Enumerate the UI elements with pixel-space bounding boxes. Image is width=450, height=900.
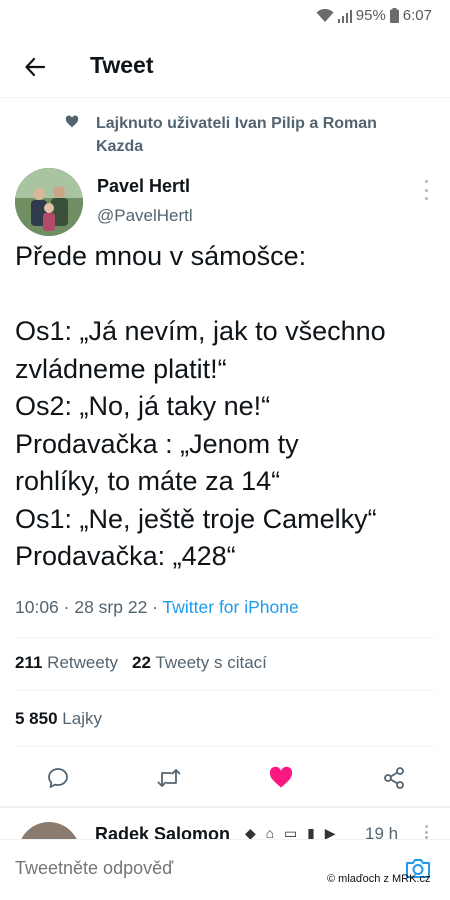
reply-button[interactable] xyxy=(44,764,72,792)
heart-icon xyxy=(65,115,79,128)
heart-filled-icon xyxy=(269,766,293,788)
reply-input[interactable] xyxy=(15,858,365,879)
likes-count: 5 850 xyxy=(15,709,58,728)
next-tweet[interactable]: Radek Salomon ◆ ⌂ ▭ ▮ ▶ 19 h xyxy=(0,815,450,839)
more-dot xyxy=(424,188,428,192)
quotes-count: 22 xyxy=(132,653,151,672)
tweet-line: Os1: „Ne, ještě troje Camelky“ xyxy=(15,503,377,534)
more-dot xyxy=(424,197,428,200)
tweet-line: rohlíky, to máte za 14“ xyxy=(15,466,281,496)
like-button[interactable] xyxy=(267,764,295,792)
retweets-label: Retweety xyxy=(47,653,119,672)
tweet-line: Os1: „Já nevím, jak to všechno xyxy=(15,316,386,346)
likes-label: Lajky xyxy=(62,709,102,728)
signal-icon xyxy=(337,9,352,23)
tweet-line: Přede mnou v sámošce: xyxy=(15,241,307,271)
battery-icon xyxy=(389,8,399,23)
quotes-link[interactable]: 22 Tweety s citací xyxy=(132,653,267,672)
more-dot xyxy=(424,180,428,183)
tweet-meta: 10:06 · 28 srp 22 · Twitter for iPhone xyxy=(15,597,299,618)
next-tweet-avatar[interactable] xyxy=(18,822,80,839)
more-options-button[interactable] xyxy=(418,180,434,200)
author-avatar[interactable] xyxy=(15,168,83,236)
share-button[interactable] xyxy=(380,764,408,792)
avatar-photo xyxy=(15,168,83,236)
share-icon xyxy=(384,767,404,789)
social-context[interactable]: Lajknuto uživateli Ivan Pilip a Roman Ka… xyxy=(65,112,428,158)
tweet-line: Prodavačka : „Jenom ty xyxy=(15,428,299,459)
arrow-left-icon xyxy=(25,57,46,77)
divider xyxy=(15,746,435,747)
reply-bar xyxy=(0,839,450,900)
retweets-link[interactable]: 211 Retweety xyxy=(15,653,118,672)
quotes-label: Tweety s citací xyxy=(155,653,267,672)
tweet-source-link[interactable]: Twitter for iPhone xyxy=(163,597,299,617)
retweet-icon xyxy=(157,769,181,787)
tweet-timestamp: 10:06 · 28 srp 22 · xyxy=(15,597,163,617)
retweet-stats: 211 Retweety 22 Tweety s citací xyxy=(15,653,267,673)
back-button[interactable] xyxy=(20,52,50,82)
tweet-line: Os2: „No, já taky ne!“ xyxy=(15,391,271,421)
likes-link[interactable]: 5 850 Lajky xyxy=(15,709,102,729)
tweet-text: Přede mnou v sámošce: Os1: „Já nevím, ja… xyxy=(15,238,440,576)
watermark: © mlaďoch z MRK.cz xyxy=(327,873,431,885)
status-indicators: 95% 6:07 xyxy=(316,7,432,24)
tweet-line: zvládneme platit!“ xyxy=(15,353,227,384)
more-dot xyxy=(424,830,428,834)
wifi-icon xyxy=(316,8,334,23)
emoji-decorations: ◆ ⌂ ▭ ▮ ▶ xyxy=(245,825,339,839)
next-tweet-time: 19 h xyxy=(365,824,399,839)
author-handle: @PavelHertl xyxy=(97,206,193,225)
more-dot xyxy=(424,825,428,828)
section-divider xyxy=(0,806,450,808)
retweet-button[interactable] xyxy=(155,764,183,792)
reply-icon xyxy=(48,768,68,788)
divider xyxy=(15,637,435,638)
clock: 6:07 xyxy=(402,7,432,24)
page-title: Tweet xyxy=(90,52,154,78)
status-bar: 95% 6:07 xyxy=(0,0,450,32)
next-tweet-more-button[interactable] xyxy=(418,825,434,839)
next-tweet-author-name[interactable]: Radek Salomon xyxy=(95,824,230,839)
battery-percentage: 95% xyxy=(355,7,386,24)
tweet-actions xyxy=(0,760,450,796)
retweets-count: 211 xyxy=(15,653,43,672)
divider xyxy=(15,690,435,691)
tweet-line: Prodavačka: „428“ xyxy=(15,541,236,571)
social-context-text: Lajknuto uživateli Ivan Pilip a Roman Ka… xyxy=(96,115,377,155)
top-app-bar: Tweet xyxy=(0,36,450,98)
author-name[interactable]: Pavel Hertl xyxy=(97,176,190,197)
